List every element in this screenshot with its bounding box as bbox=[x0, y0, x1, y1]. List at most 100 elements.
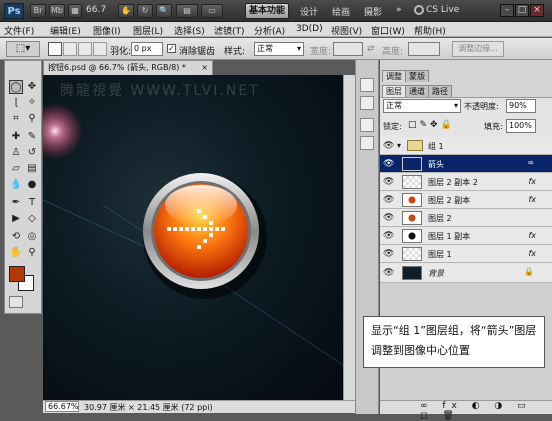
layer-row[interactable]: 👁 图层 2 bbox=[380, 209, 552, 227]
swap-icon[interactable]: ⇄ bbox=[367, 44, 375, 54]
intersect-selection-icon[interactable] bbox=[93, 42, 107, 56]
zoom-tool-icon[interactable]: ⚲ bbox=[25, 246, 39, 260]
history-panel-icon[interactable] bbox=[360, 78, 374, 92]
eye-icon[interactable]: 👁 bbox=[383, 268, 394, 278]
fx-icon[interactable]: fx bbox=[528, 177, 536, 186]
zoom-field[interactable]: 66.67% bbox=[45, 401, 79, 412]
blur-icon[interactable]: 💧 bbox=[9, 178, 23, 192]
crop-tool-icon[interactable]: ⌗ bbox=[9, 112, 23, 126]
new-selection-icon[interactable] bbox=[48, 42, 62, 56]
tab-layers[interactable]: 图层 bbox=[382, 85, 406, 97]
move-tool-icon[interactable]: ✥ bbox=[25, 80, 39, 94]
menu-select[interactable]: 选择(S) bbox=[174, 24, 205, 37]
document-tab[interactable]: 按钮6.psd @ 66.7% (箭头, RGB/8) * × bbox=[43, 60, 213, 75]
eye-icon[interactable]: 👁 bbox=[383, 213, 394, 223]
menu-window[interactable]: 窗口(W) bbox=[371, 24, 405, 37]
menu-filter[interactable]: 滤镜(T) bbox=[214, 24, 245, 37]
type-tool-icon[interactable]: T bbox=[25, 196, 39, 210]
layers-footer-icons[interactable]: ∞ fx ◐ ◑ ▭ ◻ 🗑 bbox=[380, 400, 552, 421]
rotate-view-button[interactable]: ↻ bbox=[137, 4, 153, 18]
path-selection-icon[interactable]: ▶ bbox=[9, 212, 23, 226]
shape-tool-icon[interactable]: ◇ bbox=[25, 212, 39, 226]
eye-icon[interactable]: 👁 bbox=[383, 231, 394, 241]
menu-view[interactable]: 视图(V) bbox=[331, 24, 362, 37]
screen-mode-button[interactable]: ▭ bbox=[201, 4, 223, 18]
opacity-input[interactable]: 90% bbox=[506, 99, 536, 113]
workspace-painting[interactable]: 绘画 bbox=[332, 5, 350, 18]
hand-tool-button[interactable]: ✋ bbox=[118, 4, 134, 18]
layer-row[interactable]: 👁 图层 1 副本 fx bbox=[380, 227, 552, 245]
workspace-photography[interactable]: 摄影 bbox=[364, 5, 382, 18]
vertical-scrollbar[interactable] bbox=[343, 75, 355, 400]
character-panel-icon[interactable] bbox=[360, 118, 374, 132]
expand-arrow-icon[interactable]: ▾ bbox=[397, 141, 401, 150]
blend-mode-select[interactable]: 正常 ▾ bbox=[383, 99, 461, 113]
arrange-documents-button[interactable]: ▤ bbox=[176, 4, 198, 18]
zoom-tool-button[interactable]: 🔍 bbox=[156, 4, 172, 18]
eye-icon[interactable]: 👁 bbox=[383, 177, 394, 187]
layer-row[interactable]: 👁 图层 2 副本 2 fx bbox=[380, 173, 552, 191]
tab-channels[interactable]: 通道 bbox=[405, 85, 429, 97]
tab-masks[interactable]: 蒙版 bbox=[405, 70, 429, 82]
eyedropper-icon[interactable]: ⚲ bbox=[25, 112, 39, 126]
cslive-button[interactable]: CS Live bbox=[426, 5, 459, 15]
style-select[interactable]: 正常 ▾ bbox=[254, 42, 304, 56]
menu-edit[interactable]: 编辑(E) bbox=[50, 24, 81, 37]
height-input[interactable] bbox=[408, 42, 440, 56]
menu-help[interactable]: 帮助(H) bbox=[414, 24, 446, 37]
clone-stamp-icon[interactable]: ♙ bbox=[9, 146, 23, 160]
antialias-checkbox[interactable]: ✓ bbox=[167, 44, 176, 53]
layer-row-group1[interactable]: 👁 ▾ 组 1 bbox=[380, 137, 552, 155]
zoom-level-dropdown[interactable]: 66.7 bbox=[86, 5, 106, 15]
menu-analysis[interactable]: 分析(A) bbox=[254, 24, 285, 37]
brush-tool-icon[interactable]: ✎ bbox=[25, 130, 39, 144]
feather-input[interactable]: 0 px bbox=[131, 42, 163, 56]
gradient-icon[interactable]: ▤ bbox=[25, 162, 39, 176]
quick-mask-icon[interactable] bbox=[9, 296, 23, 308]
refine-edge-button[interactable]: 调整边缘... bbox=[452, 41, 504, 57]
workspace-more[interactable]: » bbox=[396, 5, 402, 15]
workspace-essentials[interactable]: 基本功能 bbox=[245, 3, 289, 19]
fill-input[interactable]: 100% bbox=[506, 119, 536, 133]
menu-3d[interactable]: 3D(D) bbox=[296, 24, 323, 34]
tab-paths[interactable]: 路径 bbox=[428, 85, 452, 97]
menu-file[interactable]: 文件(F) bbox=[4, 24, 34, 37]
history-brush-icon[interactable]: ↺ bbox=[25, 146, 39, 160]
tool-preset-picker[interactable]: ⬚▾ bbox=[6, 41, 40, 57]
eraser-icon[interactable]: ▱ bbox=[9, 162, 23, 176]
view-extras-button[interactable]: ▦ bbox=[68, 4, 82, 18]
close-tab-icon[interactable]: × bbox=[201, 61, 208, 75]
eye-icon[interactable]: 👁 bbox=[383, 159, 394, 169]
minimize-button[interactable]: – bbox=[500, 4, 514, 17]
actions-panel-icon[interactable] bbox=[360, 96, 374, 110]
bridge-button[interactable]: Br bbox=[30, 4, 46, 18]
pen-tool-icon[interactable]: ✒ bbox=[9, 196, 23, 210]
workspace-design[interactable]: 设计 bbox=[300, 5, 318, 18]
eye-icon[interactable]: 👁 bbox=[383, 195, 394, 205]
menu-image[interactable]: 图像(I) bbox=[93, 24, 121, 37]
minibridge-button[interactable]: Mb bbox=[49, 4, 65, 18]
add-selection-icon[interactable] bbox=[63, 42, 77, 56]
hand-tool-icon[interactable]: ✋ bbox=[9, 246, 23, 260]
maximize-button[interactable]: □ bbox=[515, 4, 529, 17]
document-canvas[interactable] bbox=[43, 75, 343, 400]
layer-row[interactable]: 👁 图层 1 fx bbox=[380, 245, 552, 263]
3d-camera-icon[interactable]: ◎ bbox=[25, 230, 39, 244]
layer-row[interactable]: 👁 图层 2 副本 fx bbox=[380, 191, 552, 209]
3d-rotate-icon[interactable]: ⟲ bbox=[9, 230, 23, 244]
subtract-selection-icon[interactable] bbox=[78, 42, 92, 56]
fx-icon[interactable]: fx bbox=[528, 249, 536, 258]
menu-layer[interactable]: 图层(L) bbox=[133, 24, 163, 37]
eye-icon[interactable]: 👁 bbox=[383, 249, 394, 259]
dodge-icon[interactable]: ● bbox=[25, 178, 39, 192]
marquee-tool-icon[interactable]: ◯ bbox=[9, 80, 23, 94]
eye-icon[interactable]: 👁 bbox=[383, 141, 394, 151]
tab-adjustments[interactable]: 调整 bbox=[382, 70, 406, 82]
width-input[interactable] bbox=[333, 42, 363, 56]
healing-brush-icon[interactable]: ✚ bbox=[9, 130, 23, 144]
layer-row-background[interactable]: 👁 背景 🔒 bbox=[380, 263, 552, 283]
fx-icon[interactable]: fx bbox=[528, 231, 536, 240]
fx-icon[interactable]: fx bbox=[528, 195, 536, 204]
lasso-tool-icon[interactable]: ɭ bbox=[9, 96, 23, 110]
lock-icons[interactable]: □✎✥🔒 bbox=[408, 120, 455, 130]
